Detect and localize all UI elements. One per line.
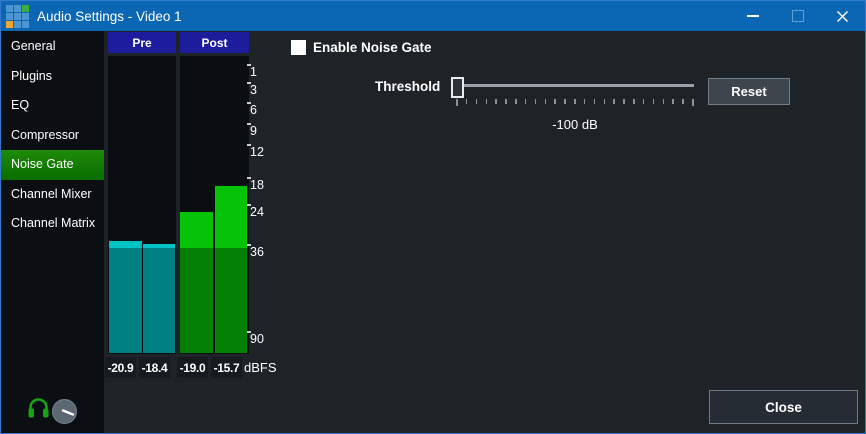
- volume-knob[interactable]: [52, 399, 77, 424]
- meter-segment-bright: [180, 212, 213, 248]
- app-logo-tile: [14, 5, 21, 12]
- app-logo-tile: [22, 13, 29, 20]
- meter-column-post: -19.0-15.7: [180, 56, 249, 354]
- slider-tick: [682, 99, 684, 104]
- scale-label: 18: [250, 178, 264, 192]
- app-logo-tile: [6, 5, 13, 12]
- window-title: Audio Settings - Video 1: [37, 9, 182, 24]
- slider-tick: [466, 99, 468, 104]
- meter-segment-bright: [215, 186, 247, 248]
- sidebar-item-plugins[interactable]: Plugins: [1, 62, 104, 92]
- maximize-icon: [792, 10, 804, 22]
- sidebar-item-noise-gate[interactable]: Noise Gate: [1, 150, 104, 180]
- threshold-slider-thumb[interactable]: [451, 77, 464, 98]
- slider-tick: [486, 99, 488, 104]
- slider-tick: [692, 99, 694, 106]
- slider-tick: [515, 99, 517, 104]
- close-window-button[interactable]: [820, 1, 865, 31]
- meter-value-post-1: -19.0: [177, 357, 208, 378]
- meter-bar-post-1: [180, 56, 213, 354]
- app-logo-tile: [14, 13, 21, 20]
- sidebar-item-channel-matrix[interactable]: Channel Matrix: [1, 209, 104, 239]
- meter-value-pre-2: -18.4: [139, 357, 170, 378]
- app-logo-tile: [22, 21, 29, 28]
- slider-tick: [545, 99, 547, 104]
- slider-tick: [613, 99, 615, 104]
- app-logo-tile: [6, 13, 13, 20]
- meter-value-pre-1: -20.9: [105, 357, 136, 378]
- slider-tick: [564, 99, 566, 104]
- app-logo-tile: [14, 21, 21, 28]
- threshold-value: -100 dB: [456, 117, 694, 132]
- slider-tick: [525, 99, 527, 104]
- slider-tick: [584, 99, 586, 104]
- slider-tick: [623, 99, 625, 104]
- minimize-button[interactable]: [730, 1, 775, 31]
- sidebar-item-compressor[interactable]: Compressor: [1, 121, 104, 151]
- scale-label: 90: [250, 332, 264, 346]
- scale-label: 24: [250, 205, 264, 219]
- meter-segment-dark: [215, 248, 247, 353]
- window-controls: [730, 1, 865, 31]
- scale-label: 36: [250, 245, 264, 259]
- meter-bar-post-2: [215, 56, 247, 354]
- slider-tick: [495, 99, 497, 104]
- scale-label: 6: [250, 103, 257, 117]
- slider-tick: [672, 99, 674, 104]
- titlebar[interactable]: Audio Settings - Video 1: [1, 1, 865, 31]
- minimize-icon: [747, 15, 759, 17]
- scale-label: 1: [250, 65, 257, 79]
- meter-segment-dark: [143, 248, 175, 353]
- slider-tick: [456, 99, 458, 106]
- close-icon: [836, 10, 849, 23]
- meter-bar-pre-1: [109, 56, 142, 354]
- app-logo-tile: [6, 21, 13, 28]
- slider-tick: [643, 99, 645, 104]
- meter-bar-pre-2: [143, 56, 175, 354]
- audio-settings-window: Audio Settings - Video 1 GeneralPluginsE…: [0, 0, 866, 434]
- meter-segment-dark: [180, 248, 213, 353]
- threshold-label: Threshold: [375, 79, 440, 94]
- enable-noise-gate-label: Enable Noise Gate: [313, 40, 432, 56]
- scale-label: 9: [250, 124, 257, 138]
- app-logo-icon: [6, 5, 29, 28]
- knob-pointer-icon: [53, 400, 76, 423]
- sidebar-item-channel-mixer[interactable]: Channel Mixer: [1, 180, 104, 210]
- app-logo-tile: [22, 5, 29, 12]
- slider-tick: [476, 99, 478, 104]
- threshold-slider-ticks: [456, 99, 694, 107]
- sidebar-item-general[interactable]: General: [1, 32, 104, 62]
- meter-segment-dark: [109, 248, 142, 353]
- meter-column-pre: -20.9-18.4: [108, 56, 176, 354]
- meter-header-post: Post: [180, 32, 249, 53]
- slider-tick: [554, 99, 556, 104]
- slider-tick: [663, 99, 665, 104]
- close-button[interactable]: Close: [709, 390, 858, 424]
- settings-sidebar: GeneralPluginsEQCompressorNoise GateChan…: [1, 31, 104, 433]
- scale-label: 12: [250, 145, 264, 159]
- meter-unit-label: dBFS: [244, 357, 277, 378]
- slider-tick: [653, 99, 655, 104]
- slider-tick: [505, 99, 507, 104]
- slider-tick: [574, 99, 576, 104]
- maximize-button[interactable]: [775, 1, 820, 31]
- scale-label: 3: [250, 83, 257, 97]
- meter-value-post-2: -15.7: [211, 357, 242, 378]
- slider-tick: [633, 99, 635, 104]
- slider-tick: [594, 99, 596, 104]
- enable-noise-gate-checkbox[interactable]: [291, 40, 306, 55]
- slider-tick: [535, 99, 537, 104]
- reset-button[interactable]: Reset: [708, 78, 790, 105]
- meter-header-pre: Pre: [108, 32, 176, 53]
- slider-tick: [604, 99, 606, 104]
- sidebar-item-eq[interactable]: EQ: [1, 91, 104, 121]
- headphones-monitor-icon[interactable]: [27, 396, 50, 420]
- threshold-slider-track[interactable]: [456, 84, 694, 87]
- meter-segment-bright: [109, 241, 142, 248]
